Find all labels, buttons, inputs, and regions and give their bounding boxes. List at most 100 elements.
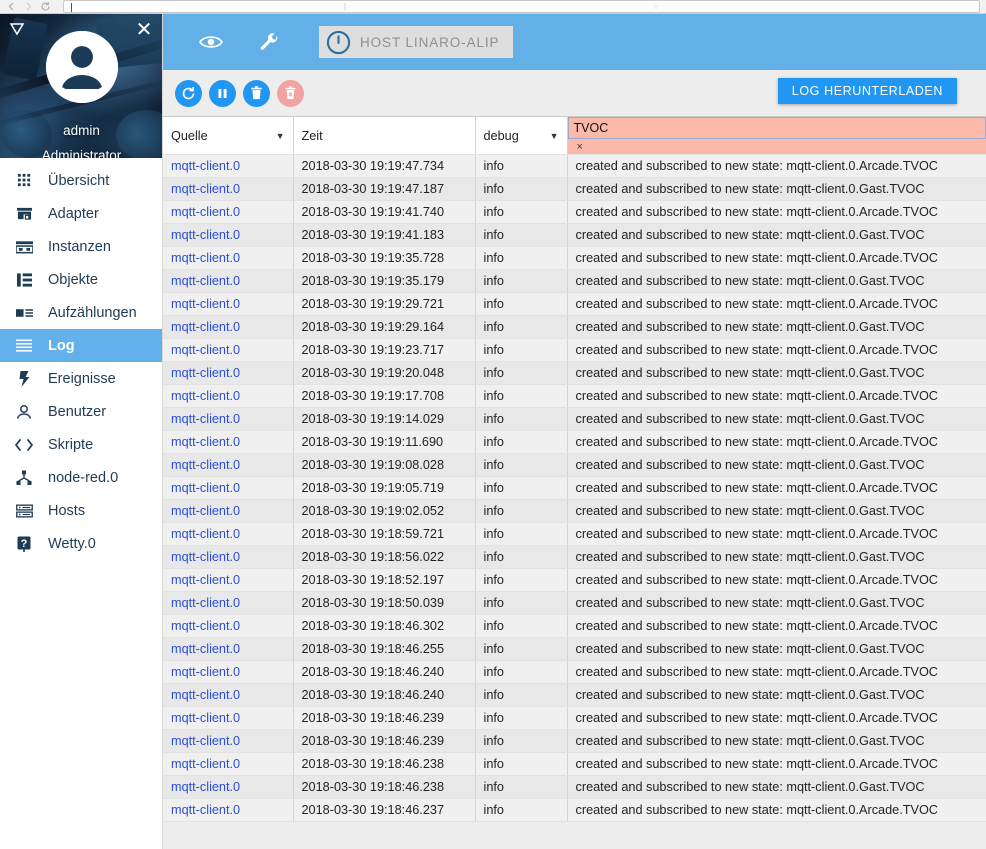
cell-source: mqtt-client.0	[163, 683, 294, 707]
table-row[interactable]: mqtt-client.0 2018-03-30 19:18:52.197 info…	[163, 568, 986, 592]
source-link[interactable]: mqtt-client.0	[171, 619, 240, 633]
sidebar-item-adapter[interactable]: Adapter	[0, 197, 162, 230]
source-link[interactable]: mqtt-client.0	[171, 159, 240, 173]
table-row[interactable]: mqtt-client.0 2018-03-30 19:19:02.052 info…	[163, 499, 986, 523]
sidebar-item-wetty[interactable]: ? Wetty.0	[0, 527, 162, 560]
table-row[interactable]: mqtt-client.0 2018-03-30 19:19:41.183 info…	[163, 223, 986, 247]
table-row[interactable]: mqtt-client.0 2018-03-30 19:18:46.239 info…	[163, 706, 986, 730]
back-arrow-icon[interactable]	[6, 1, 17, 12]
cell-time: 2018-03-30 19:19:41.183	[293, 223, 476, 247]
source-link[interactable]: mqtt-client.0	[171, 435, 240, 449]
column-header-source[interactable]: Quelle ▼	[163, 116, 294, 155]
source-link[interactable]: mqtt-client.0	[171, 711, 240, 725]
table-row[interactable]: mqtt-client.0 2018-03-30 19:18:46.255 info…	[163, 637, 986, 661]
source-link[interactable]: mqtt-client.0	[171, 228, 240, 242]
table-row[interactable]: mqtt-client.0 2018-03-30 19:19:35.179 info…	[163, 269, 986, 293]
trash-x-icon[interactable]	[277, 79, 304, 107]
sidebar-item-uebersicht[interactable]: Übersicht	[0, 164, 162, 197]
source-link[interactable]: mqtt-client.0	[171, 320, 240, 334]
cell-source: mqtt-client.0	[163, 729, 294, 753]
reload-icon[interactable]	[40, 1, 51, 12]
table-row[interactable]: mqtt-client.0 2018-03-30 19:19:35.728 info…	[163, 246, 986, 270]
source-link[interactable]: mqtt-client.0	[171, 366, 240, 380]
sidebar-item-log[interactable]: Log	[0, 329, 162, 362]
sidebar-item-hosts[interactable]: Hosts	[0, 494, 162, 527]
address-bar[interactable]: | ☆	[63, 0, 980, 13]
table-row[interactable]: mqtt-client.0 2018-03-30 19:18:46.240 info…	[163, 660, 986, 684]
table-row[interactable]: mqtt-client.0 2018-03-30 19:18:46.302 info…	[163, 614, 986, 638]
table-row[interactable]: mqtt-client.0 2018-03-30 19:18:46.238 info…	[163, 775, 986, 799]
table-empty-area	[163, 822, 986, 849]
download-log-button[interactable]: LOG HERUNTERLADEN	[777, 78, 957, 104]
svg-text:?: ?	[21, 538, 28, 550]
source-link[interactable]: mqtt-client.0	[171, 182, 240, 196]
table-row[interactable]: mqtt-client.0 2018-03-30 19:18:56.022 info…	[163, 545, 986, 569]
column-header-severity[interactable]: debug ▼	[475, 116, 568, 155]
source-link[interactable]: mqtt-client.0	[171, 412, 240, 426]
trash-icon[interactable]	[243, 79, 270, 107]
source-link[interactable]: mqtt-client.0	[171, 343, 240, 357]
source-link[interactable]: mqtt-client.0	[171, 550, 240, 564]
cell-time: 2018-03-30 19:19:35.179	[293, 269, 476, 293]
table-row[interactable]: mqtt-client.0 2018-03-30 19:19:29.721 info…	[163, 292, 986, 316]
table-row[interactable]: mqtt-client.0 2018-03-30 19:18:46.239 info…	[163, 729, 986, 753]
sidebar-item-instanzen[interactable]: Instanzen	[0, 230, 162, 263]
source-link[interactable]: mqtt-client.0	[171, 596, 240, 610]
sidebar-item-skripte[interactable]: Skripte	[0, 428, 162, 461]
source-link[interactable]: mqtt-client.0	[171, 734, 240, 748]
chevron-down-icon[interactable]: ▼	[550, 131, 559, 141]
sidebar-item-objekte[interactable]: Objekte	[0, 263, 162, 296]
eye-icon[interactable]	[199, 30, 223, 54]
table-row[interactable]: mqtt-client.0 2018-03-30 19:19:14.029 info…	[163, 407, 986, 431]
source-link[interactable]: mqtt-client.0	[171, 274, 240, 288]
table-row[interactable]: mqtt-client.0 2018-03-30 19:19:47.734 info…	[163, 154, 986, 178]
table-row[interactable]: mqtt-client.0 2018-03-30 19:18:46.240 info…	[163, 683, 986, 707]
chevron-down-icon[interactable]: ▼	[276, 131, 285, 141]
table-row[interactable]: mqtt-client.0 2018-03-30 19:19:23.717 info…	[163, 338, 986, 362]
sidebar-item-ereignisse[interactable]: Ereignisse	[0, 362, 162, 395]
source-link[interactable]: mqtt-client.0	[171, 481, 240, 495]
table-row[interactable]: mqtt-client.0 2018-03-30 19:18:46.238 info…	[163, 752, 986, 776]
table-row[interactable]: mqtt-client.0 2018-03-30 19:19:05.719 info…	[163, 476, 986, 500]
table-row[interactable]: mqtt-client.0 2018-03-30 19:19:41.740 info…	[163, 200, 986, 224]
table-row[interactable]: mqtt-client.0 2018-03-30 19:19:20.048 info…	[163, 361, 986, 385]
cell-source: mqtt-client.0	[163, 545, 294, 569]
source-link[interactable]: mqtt-client.0	[171, 780, 240, 794]
pin-icon[interactable]	[8, 20, 26, 38]
bookmark-star-icon[interactable]: ☆	[652, 2, 659, 11]
forward-arrow-icon[interactable]	[23, 1, 34, 12]
wrench-icon[interactable]	[257, 30, 281, 54]
source-link[interactable]: mqtt-client.0	[171, 504, 240, 518]
table-row[interactable]: mqtt-client.0 2018-03-30 19:19:47.187 info…	[163, 177, 986, 201]
source-link[interactable]: mqtt-client.0	[171, 527, 240, 541]
source-link[interactable]: mqtt-client.0	[171, 251, 240, 265]
source-link[interactable]: mqtt-client.0	[171, 642, 240, 656]
close-icon[interactable]: ✕	[135, 20, 153, 40]
node-red-icon	[14, 468, 34, 488]
message-filter-clear[interactable]: ×	[567, 139, 985, 154]
refresh-button[interactable]	[175, 79, 202, 107]
sidebar-item-benutzer[interactable]: Benutzer	[0, 395, 162, 428]
source-link[interactable]: mqtt-client.0	[171, 389, 240, 403]
table-row[interactable]: mqtt-client.0 2018-03-30 19:18:59.721 info…	[163, 522, 986, 546]
table-row[interactable]: mqtt-client.0 2018-03-30 19:19:08.028 info…	[163, 453, 986, 477]
source-link[interactable]: mqtt-client.0	[171, 297, 240, 311]
table-row[interactable]: mqtt-client.0 2018-03-30 19:18:46.237 info…	[163, 798, 986, 822]
sidebar-item-aufzaehlungen[interactable]: Aufzählungen	[0, 296, 162, 329]
pause-button[interactable]	[209, 79, 236, 107]
table-row[interactable]: mqtt-client.0 2018-03-30 19:18:50.039 info…	[163, 591, 986, 615]
host-chip[interactable]: HOST LINARO-ALIP	[319, 26, 514, 58]
message-filter-input[interactable]: TVOC	[567, 117, 985, 139]
source-link[interactable]: mqtt-client.0	[171, 458, 240, 472]
source-link[interactable]: mqtt-client.0	[171, 573, 240, 587]
column-header-time[interactable]: Zeit	[293, 116, 476, 155]
table-row[interactable]: mqtt-client.0 2018-03-30 19:19:11.690 info…	[163, 430, 986, 454]
source-link[interactable]: mqtt-client.0	[171, 665, 240, 679]
table-row[interactable]: mqtt-client.0 2018-03-30 19:19:29.164 info…	[163, 315, 986, 339]
table-row[interactable]: mqtt-client.0 2018-03-30 19:19:17.708 info…	[163, 384, 986, 408]
source-link[interactable]: mqtt-client.0	[171, 205, 240, 219]
sidebar-item-node-red[interactable]: node-red.0	[0, 461, 162, 494]
source-link[interactable]: mqtt-client.0	[171, 803, 240, 817]
source-link[interactable]: mqtt-client.0	[171, 757, 240, 771]
source-link[interactable]: mqtt-client.0	[171, 688, 240, 702]
